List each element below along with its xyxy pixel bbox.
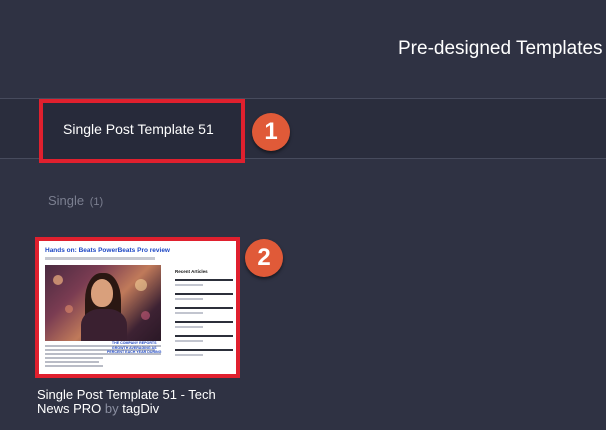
template-title[interactable]: Single Post Template 51 - Tech News PRO … xyxy=(37,388,247,416)
step-marker-1: 1 xyxy=(252,113,290,151)
tab-single-post-template-51[interactable]: Single Post Template 51 xyxy=(39,99,245,163)
preview-quote: THE COMPANY REPORTS GROWTH AVERAGING AS … xyxy=(107,341,162,355)
step-marker-2: 2 xyxy=(245,239,283,277)
header-area: Pre-designed Templates xyxy=(0,0,606,98)
tab-label: Single Post Template 51 xyxy=(63,121,214,137)
preview-image xyxy=(45,265,161,341)
preview-meta xyxy=(45,257,155,260)
category-count: (1) xyxy=(89,196,104,208)
page-title: Pre-designed Templates xyxy=(398,38,603,59)
category-label: Single xyxy=(48,193,85,208)
preview-sidebar-title: Recent Articles xyxy=(175,269,208,274)
template-thumbnail[interactable]: Hands on: Beats PowerBeats Pro review Re… xyxy=(35,237,240,378)
preview-headline: Hands on: Beats PowerBeats Pro review xyxy=(45,247,170,254)
category-filter-single[interactable]: Single (1) xyxy=(48,193,103,208)
template-by: by xyxy=(104,401,119,416)
template-author: tagDiv xyxy=(122,401,160,416)
